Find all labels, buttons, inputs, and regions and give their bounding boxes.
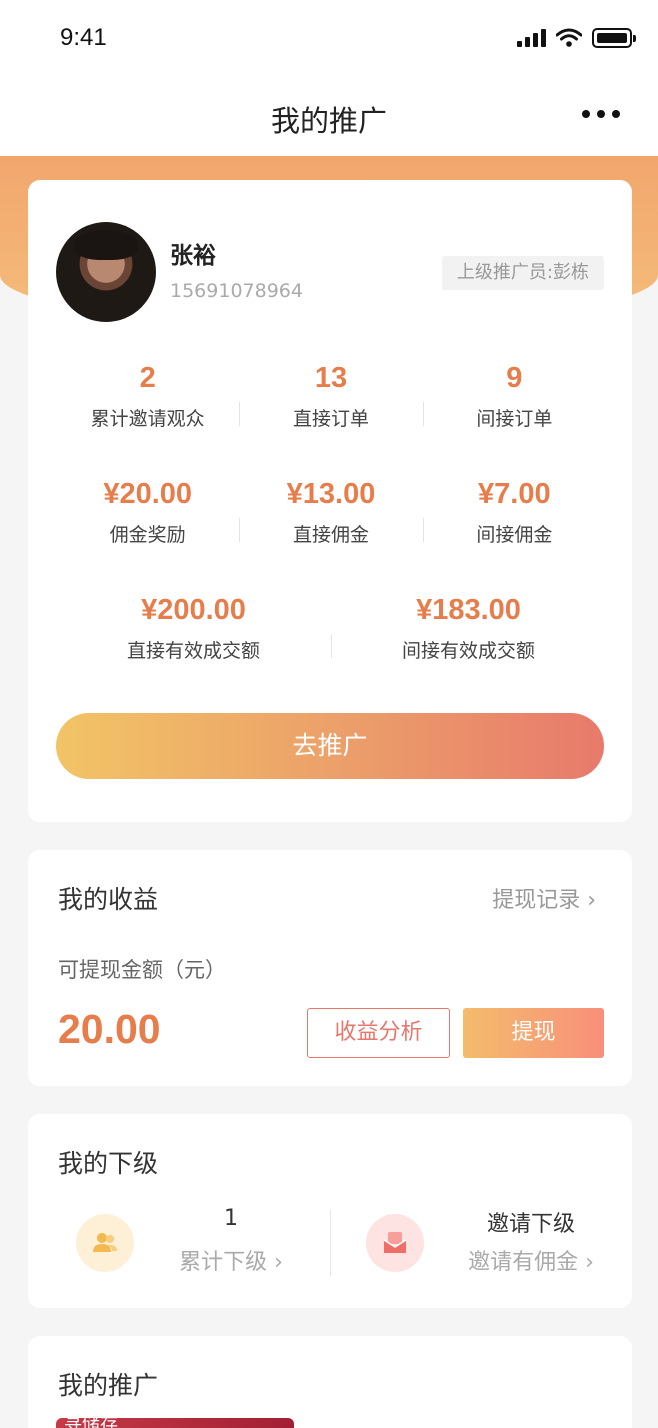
total-downline-item[interactable]: 1 累计下级 › bbox=[76, 1206, 326, 1276]
stat-value: 2 bbox=[139, 362, 156, 394]
downline-title: 我的下级 bbox=[58, 1149, 159, 1178]
stat-label: 佣金奖励 bbox=[109, 524, 186, 546]
stat-label: 间接有效成交额 bbox=[401, 640, 535, 662]
page-title: 我的推广 bbox=[270, 104, 387, 138]
stat-value: ¥200.00 bbox=[141, 594, 246, 626]
invite-downline-item[interactable]: 邀请下级 邀请有佣金 › bbox=[366, 1206, 626, 1276]
downline-label: 累计下级 › bbox=[179, 1250, 283, 1275]
divider bbox=[330, 1210, 331, 1276]
status-time: 9:41 bbox=[60, 24, 107, 51]
stat-direct-orders: 13 直接订单 bbox=[239, 360, 422, 432]
nav-bar: 我的推广 bbox=[0, 80, 658, 156]
withdraw-button[interactable]: 提现 bbox=[463, 1008, 604, 1058]
profile-card: 张裕 15691078964 上级推广员:彭栋 2 累计邀请观众 13 直接订单… bbox=[28, 180, 632, 822]
stat-direct-commission: ¥13.00 直接佣金 bbox=[239, 476, 422, 548]
earnings-card: 我的收益 提现记录 › 可提现金额（元） 20.00 收益分析 提现 bbox=[28, 850, 632, 1086]
stat-value: ¥20.00 bbox=[103, 478, 193, 510]
stat-value: 9 bbox=[506, 362, 523, 394]
downline-card: 我的下级 1 累计下级 › 邀请下级 邀请有佣金 › bbox=[28, 1114, 632, 1308]
stats-row-orders: 2 累计邀请观众 13 直接订单 9 间接订单 bbox=[56, 360, 606, 432]
stat-value: ¥13.00 bbox=[286, 478, 376, 510]
more-dots-icon[interactable] bbox=[582, 110, 620, 118]
stats-row-turnover: ¥200.00 直接有效成交额 ¥183.00 间接有效成交额 bbox=[56, 592, 606, 664]
stat-label: 间接佣金 bbox=[476, 524, 553, 546]
stat-label: 直接有效成交额 bbox=[126, 640, 260, 662]
promotion-thumbnail-text: 寻储存 bbox=[64, 1418, 118, 1428]
signal-icon bbox=[517, 29, 546, 47]
downline-count: 1 bbox=[224, 1206, 238, 1231]
stat-label: 直接佣金 bbox=[292, 524, 369, 546]
users-icon bbox=[76, 1214, 134, 1272]
available-amount: 20.00 bbox=[58, 1006, 161, 1052]
user-phone: 15691078964 bbox=[170, 280, 303, 302]
earnings-analysis-button[interactable]: 收益分析 bbox=[307, 1008, 450, 1058]
stat-label: 累计邀请观众 bbox=[90, 408, 205, 430]
my-promotion-card: 我的推广 寻储存 bbox=[28, 1336, 632, 1428]
stat-label: 间接订单 bbox=[476, 408, 553, 430]
stats-row-commission: ¥20.00 佣金奖励 ¥13.00 直接佣金 ¥7.00 间接佣金 bbox=[56, 476, 606, 548]
stat-label: 直接订单 bbox=[292, 408, 369, 430]
stat-invited-viewers: 2 累计邀请观众 bbox=[56, 360, 239, 432]
go-promote-button[interactable]: 去推广 bbox=[56, 713, 604, 779]
promotion-page: 9:41 我的推广 张裕 15691078964 上级推广员:彭栋 2 累计邀请… bbox=[0, 0, 658, 1428]
avatar bbox=[56, 222, 156, 322]
stat-value: ¥7.00 bbox=[478, 478, 551, 510]
user-name: 张裕 bbox=[170, 243, 216, 269]
stat-direct-turnover: ¥200.00 直接有效成交额 bbox=[56, 592, 331, 664]
stat-indirect-commission: ¥7.00 间接佣金 bbox=[422, 476, 606, 548]
wifi-icon bbox=[556, 28, 582, 47]
promotion-title: 我的推广 bbox=[58, 1371, 159, 1400]
status-bar: 9:41 bbox=[0, 0, 658, 80]
referrer-badge: 上级推广员:彭栋 bbox=[441, 256, 604, 290]
earnings-title: 我的收益 bbox=[58, 885, 159, 914]
stat-indirect-orders: 9 间接订单 bbox=[422, 360, 606, 432]
stat-value: ¥183.00 bbox=[416, 594, 521, 626]
stat-indirect-turnover: ¥183.00 间接有效成交额 bbox=[331, 592, 606, 664]
battery-icon bbox=[592, 28, 636, 48]
withdraw-record-link[interactable]: 提现记录 › bbox=[492, 882, 596, 914]
promotion-thumbnail[interactable]: 寻储存 bbox=[56, 1418, 294, 1428]
stat-value: 13 bbox=[314, 362, 348, 394]
available-label: 可提现金额（元） bbox=[58, 958, 226, 982]
invite-title: 邀请下级 bbox=[486, 1212, 575, 1237]
envelope-icon bbox=[366, 1214, 424, 1272]
status-icons bbox=[517, 28, 636, 48]
invite-subtitle: 邀请有佣金 › bbox=[468, 1250, 594, 1275]
stat-commission-reward: ¥20.00 佣金奖励 bbox=[56, 476, 239, 548]
